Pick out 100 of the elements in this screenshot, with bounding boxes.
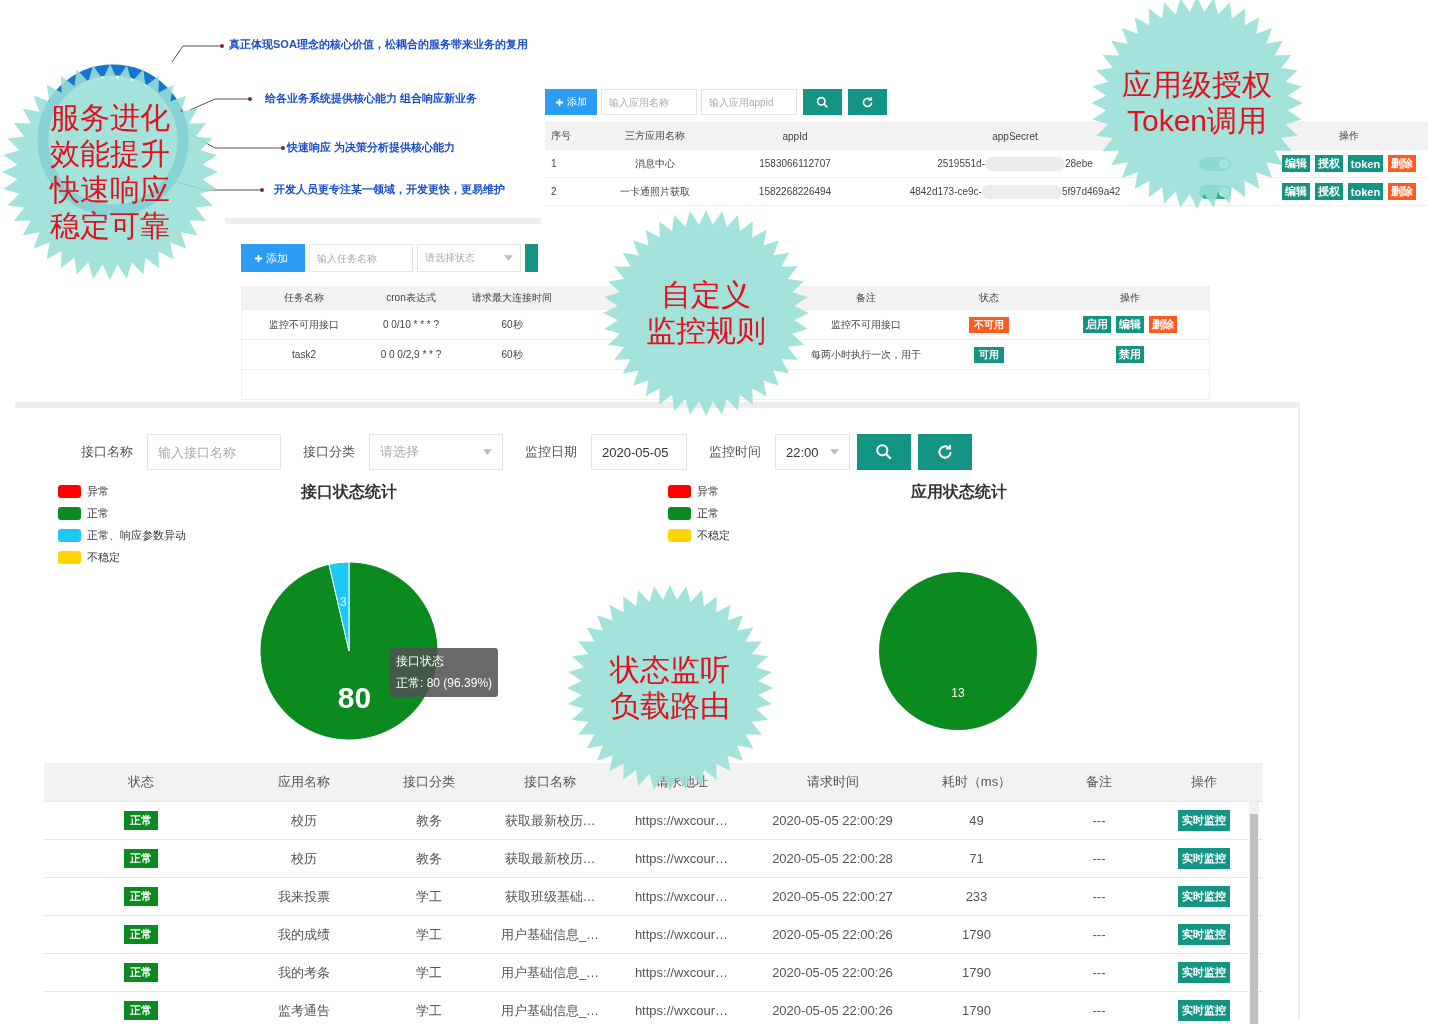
task-name-field[interactable]: 输入任务名称 <box>309 244 413 272</box>
stamp-text: 自定义 <box>661 277 751 313</box>
table-cell-text: 校历 <box>289 811 318 830</box>
status-tag: 正常 <box>123 1001 158 1020</box>
column-header: 接口分类 <box>401 773 456 791</box>
column-header: 请求最大连接时间 <box>471 291 553 305</box>
legend-label: 异常 <box>697 484 719 499</box>
filter-select[interactable]: 22:00 <box>775 434 850 470</box>
monitor-button[interactable]: 实时监控 <box>1178 886 1230 907</box>
table-cell-text: 用户基础信息_… <box>499 1001 601 1020</box>
status-tag: 可用 <box>973 346 1004 363</box>
action-button[interactable]: 删除 <box>1149 316 1177 333</box>
tooltip-title: 接口状态 <box>396 653 445 670</box>
table-cell: 2519551d- <box>937 158 985 169</box>
refresh-button[interactable] <box>918 434 972 470</box>
status-tag: 正常 <box>123 811 158 830</box>
table-cell-text: 每两小时执行一次，用于 <box>810 347 922 362</box>
caret-icon <box>830 449 839 455</box>
search-button[interactable] <box>803 89 842 115</box>
scrollbar[interactable] <box>1249 802 1259 1024</box>
monitor-button[interactable]: 实时监控 <box>1178 848 1230 869</box>
table-cell-text: https://wxcour… <box>633 851 730 866</box>
legend-label: 不稳定 <box>87 550 120 565</box>
monitor-button[interactable]: 实时监控 <box>1178 962 1230 983</box>
status-select[interactable]: 请选择状态 <box>417 244 521 272</box>
app-name-field[interactable]: 输入应用名称 <box>601 89 697 115</box>
legend-label: 正常 <box>87 506 109 521</box>
column-header: 备注 <box>855 291 877 305</box>
table-cell-text: 学工 <box>414 887 443 906</box>
table-cell-text: --- <box>1091 965 1107 980</box>
action-button[interactable]: 授权 <box>1314 183 1343 200</box>
leader-line <box>171 44 224 63</box>
column-header: cron表达式 <box>385 291 437 305</box>
table-cell-text: 1 <box>550 158 558 169</box>
table-cell: 4842d173-ce9c- <box>909 186 982 197</box>
add-button[interactable]: 添加 <box>545 89 597 115</box>
column-header: 操作 <box>1190 773 1218 791</box>
monitor-button[interactable]: 实时监控 <box>1178 810 1230 831</box>
action-button[interactable]: 禁用 <box>1116 346 1144 363</box>
action-button[interactable]: token <box>1347 155 1384 172</box>
column-header: 序号 <box>550 129 572 143</box>
table-cell-text: 60秒 <box>500 317 524 332</box>
search-button[interactable] <box>857 434 911 470</box>
stamp-text: 应用级授权 <box>1122 67 1272 103</box>
action-button[interactable]: 删除 <box>1388 183 1417 200</box>
action-button[interactable]: 编辑 <box>1281 155 1310 172</box>
column-header: 接口名称 <box>523 773 577 791</box>
action-button[interactable]: token <box>1347 183 1384 200</box>
table-cell-text: 教务 <box>414 811 443 830</box>
data-label: 13 <box>951 686 965 701</box>
table-cell-text: task2 <box>291 349 317 360</box>
monitor-button[interactable]: 实时监控 <box>1178 924 1230 945</box>
stamp-text: 稳定可靠 <box>50 208 170 244</box>
table-cell-text: 消息中心 <box>634 156 676 171</box>
table-cell-text: 1790 <box>961 1003 992 1018</box>
action-button[interactable]: 删除 <box>1388 155 1417 172</box>
table-cell-text: 49 <box>968 813 985 828</box>
filter-label: 接口名称 <box>81 443 133 461</box>
table-cell-text: 2020-05-05 22:00:29 <box>771 813 894 828</box>
stamp-text: 服务进化 <box>50 100 170 136</box>
table-cell-text: --- <box>1091 851 1107 866</box>
status-tag: 正常 <box>123 925 158 944</box>
refresh-button[interactable] <box>848 89 887 115</box>
table-cell-text: 我的成绩 <box>276 925 331 944</box>
action-button[interactable]: 启用 <box>1083 316 1111 333</box>
table-cell-text: 学工 <box>414 1001 443 1020</box>
legend-label: 正常、响应参数异动 <box>87 528 186 543</box>
search-icon <box>816 95 829 109</box>
appid-field[interactable]: 输入应用appid <box>701 89 797 115</box>
action-button[interactable]: 编辑 <box>1281 183 1310 200</box>
stamp-text: 快速响应 <box>50 172 170 208</box>
table-cell-text: https://wxcour… <box>633 1003 730 1018</box>
table-cell: 5f97d469a42 <box>1061 186 1121 197</box>
column-header: 三方应用名称 <box>624 129 686 143</box>
table-cell-text: 2020-05-05 22:00:26 <box>771 965 894 980</box>
callout-text: 给各业务系统提供核心能力 组合响应新业务 <box>265 91 478 106</box>
add-button[interactable]: 添加 <box>241 244 305 272</box>
table-cell-text: 2020-05-05 22:00:26 <box>771 927 894 942</box>
caret-icon <box>504 255 513 261</box>
action-button[interactable]: 授权 <box>1314 155 1343 172</box>
table-cell-text: 教务 <box>414 849 443 868</box>
column-header: 耗时（ms） <box>940 773 1013 791</box>
table-cell-text: 0 0/10 * * * ? <box>381 319 441 330</box>
table-cell-text: --- <box>1091 813 1107 828</box>
monitor-button[interactable]: 实时监控 <box>1178 1000 1230 1021</box>
filter-field[interactable]: 2020-05-05 <box>591 434 687 470</box>
filter-field[interactable]: 输入接口名称 <box>147 434 281 470</box>
search-icon <box>875 443 893 461</box>
table-cell-text: --- <box>1091 1003 1107 1018</box>
table-cell-text: 2020-05-05 22:00:27 <box>771 889 894 904</box>
chart-title: 应用状态统计 <box>911 482 1007 502</box>
status-tag: 正常 <box>123 887 158 906</box>
data-label: 3 <box>340 594 347 609</box>
table-cell-text: 0 0 0/2,9 * * ? <box>379 349 443 360</box>
filter-select[interactable]: 请选择 <box>369 434 503 470</box>
table-cell: 28ebe <box>1065 158 1093 169</box>
callout-text: 快速响应 为决策分析提供核心能力 <box>287 140 456 155</box>
column-header: 任务名称 <box>283 291 325 305</box>
action-button[interactable]: 编辑 <box>1116 316 1144 333</box>
plus-icon <box>254 253 263 263</box>
